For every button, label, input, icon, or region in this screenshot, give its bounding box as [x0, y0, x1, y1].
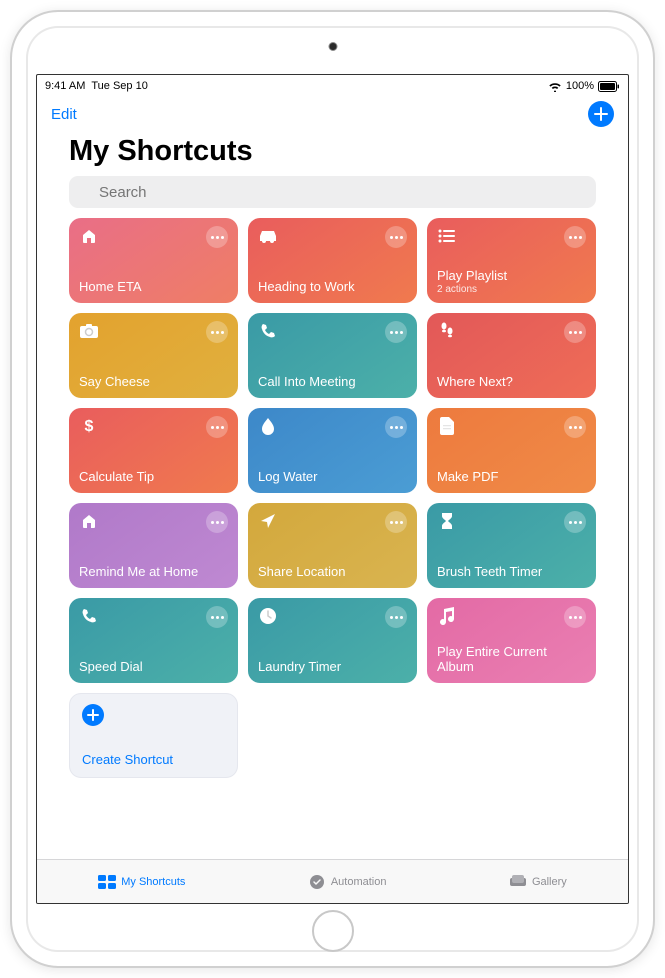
svg-text:$: $	[85, 418, 94, 435]
shortcut-card[interactable]: Where Next?	[427, 313, 596, 398]
shortcut-label: Log Water	[258, 469, 407, 485]
edit-button[interactable]: Edit	[51, 106, 77, 123]
shortcut-label: Play Playlist	[437, 268, 586, 284]
shortcut-card[interactable]: $ Calculate Tip	[69, 408, 238, 493]
plus-icon	[82, 704, 104, 726]
shortcut-label: Where Next?	[437, 374, 586, 390]
shortcut-card[interactable]: Brush Teeth Timer	[427, 503, 596, 588]
shortcut-card[interactable]: Call Into Meeting	[248, 313, 417, 398]
shortcut-label: Heading to Work	[258, 279, 407, 295]
shortcut-label: Calculate Tip	[79, 469, 228, 485]
shortcut-label: Home ETA	[79, 279, 228, 295]
more-options-button[interactable]	[206, 321, 228, 343]
shortcut-card[interactable]: Remind Me at Home	[69, 503, 238, 588]
shortcut-card[interactable]: Make PDF	[427, 408, 596, 493]
ipad-device-frame: 9:41 AM Tue Sep 10 100% Edit My Shortcut…	[10, 10, 655, 968]
plus-icon	[594, 107, 608, 121]
navigate-icon	[258, 511, 278, 531]
doc-icon	[437, 416, 457, 436]
drop-icon	[258, 416, 278, 436]
tab-bar: My Shortcuts Automation Gallery	[37, 859, 628, 903]
shortcut-card[interactable]: Laundry Timer	[248, 598, 417, 683]
gallery-tab-icon	[509, 873, 527, 891]
create-shortcut-card[interactable]: Create Shortcut	[69, 693, 238, 778]
clock-icon	[258, 606, 278, 626]
tab-my-shortcuts[interactable]: My Shortcuts	[98, 873, 185, 891]
more-options-button[interactable]	[385, 226, 407, 248]
more-options-button[interactable]	[564, 226, 586, 248]
battery-icon	[598, 81, 620, 92]
shortcut-label: Call Into Meeting	[258, 374, 407, 390]
footsteps-icon	[437, 321, 457, 341]
home-icon	[79, 511, 99, 531]
more-options-button[interactable]	[564, 321, 586, 343]
more-options-button[interactable]	[385, 321, 407, 343]
home-button[interactable]	[312, 910, 354, 952]
shortcut-label: Play Entire Current Album	[437, 644, 586, 675]
phone-icon	[258, 321, 278, 341]
screen: 9:41 AM Tue Sep 10 100% Edit My Shortcut…	[36, 74, 629, 904]
shortcut-label: Say Cheese	[79, 374, 228, 390]
shortcuts-tab-icon	[98, 873, 116, 891]
shortcut-card[interactable]: Play Playlist2 actions	[427, 218, 596, 303]
status-bar: 9:41 AM Tue Sep 10 100%	[37, 75, 628, 95]
more-options-button[interactable]	[564, 416, 586, 438]
list-icon	[437, 226, 457, 246]
hourglass-icon	[437, 511, 457, 531]
shortcut-card[interactable]: Home ETA	[69, 218, 238, 303]
more-options-button[interactable]	[564, 606, 586, 628]
more-options-button[interactable]	[206, 606, 228, 628]
music-icon	[437, 606, 457, 626]
tab-label: Gallery	[532, 876, 567, 888]
car-icon	[258, 226, 278, 246]
shortcut-label: Share Location	[258, 564, 407, 580]
shortcut-card[interactable]: Say Cheese	[69, 313, 238, 398]
search-input[interactable]	[69, 176, 596, 208]
home-icon	[79, 226, 99, 246]
page-title: My Shortcuts	[37, 131, 628, 176]
shortcut-card[interactable]: Share Location	[248, 503, 417, 588]
more-options-button[interactable]	[206, 416, 228, 438]
shortcut-label: Speed Dial	[79, 659, 228, 675]
shortcut-label: Make PDF	[437, 469, 586, 485]
tab-label: My Shortcuts	[121, 876, 185, 888]
more-options-button[interactable]	[206, 511, 228, 533]
shortcuts-grid: Home ETA Heading to Work Play Playlist2 ac…	[37, 218, 628, 778]
search-container	[37, 176, 628, 218]
nav-bar: Edit	[37, 95, 628, 131]
create-shortcut-label: Create Shortcut	[82, 752, 225, 767]
more-options-button[interactable]	[385, 416, 407, 438]
shortcut-label: Brush Teeth Timer	[437, 564, 586, 580]
status-date: Tue Sep 10	[91, 80, 147, 92]
shortcut-card[interactable]: Speed Dial	[69, 598, 238, 683]
automation-tab-icon	[308, 873, 326, 891]
shortcut-card[interactable]: Log Water	[248, 408, 417, 493]
tab-gallery[interactable]: Gallery	[509, 873, 567, 891]
more-options-button[interactable]	[385, 511, 407, 533]
shortcut-label: Laundry Timer	[258, 659, 407, 675]
tab-label: Automation	[331, 876, 387, 888]
shortcut-card[interactable]: Play Entire Current Album	[427, 598, 596, 683]
dollar-icon: $	[79, 416, 99, 436]
content-area: Home ETA Heading to Work Play Playlist2 ac…	[37, 218, 628, 903]
shortcut-sublabel: 2 actions	[437, 284, 586, 295]
camera-icon	[79, 321, 99, 341]
tab-automation[interactable]: Automation	[308, 873, 387, 891]
status-time: 9:41 AM	[45, 80, 85, 92]
wifi-icon	[548, 81, 562, 92]
front-camera	[328, 42, 337, 51]
shortcut-card[interactable]: Heading to Work	[248, 218, 417, 303]
more-options-button[interactable]	[206, 226, 228, 248]
shortcut-label: Remind Me at Home	[79, 564, 228, 580]
phone-icon	[79, 606, 99, 626]
add-shortcut-button[interactable]	[588, 101, 614, 127]
more-options-button[interactable]	[385, 606, 407, 628]
status-battery-percent: 100%	[566, 80, 594, 92]
more-options-button[interactable]	[564, 511, 586, 533]
